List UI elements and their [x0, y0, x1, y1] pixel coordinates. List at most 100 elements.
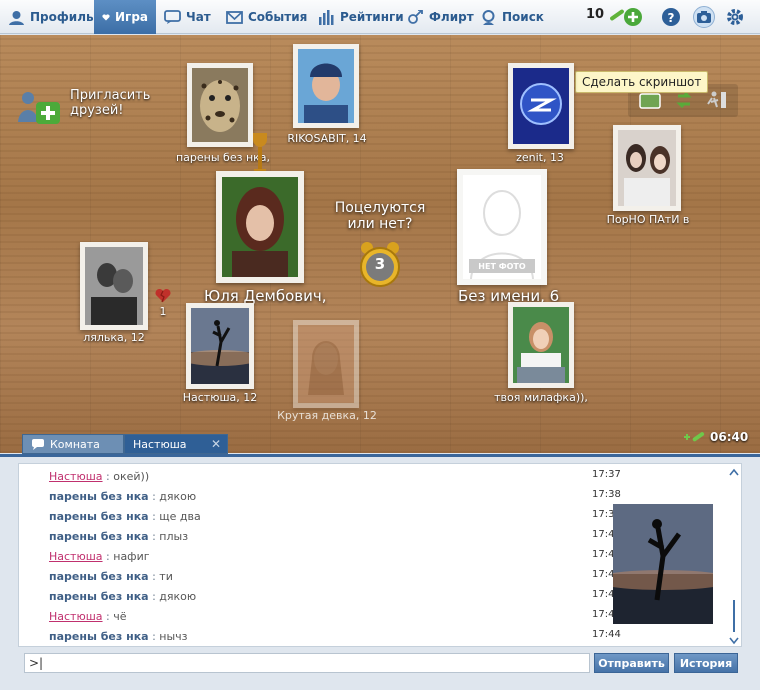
main-player-left-photo[interactable]	[216, 171, 304, 283]
envelope-icon	[226, 10, 243, 24]
player-photo-2[interactable]	[293, 44, 359, 128]
screenshot-button[interactable]	[693, 6, 715, 28]
chat-text: нычз	[159, 629, 188, 643]
player-photo-3[interactable]	[508, 63, 574, 149]
kiss-question: Поцелуются или нет?	[334, 200, 426, 232]
zenit-logo-image	[513, 68, 569, 144]
chat-sender[interactable]: парены без нка	[49, 630, 149, 643]
player-name-8: твоя милафка)),	[494, 391, 588, 404]
screenshot-tooltip: Сделать скриншот	[575, 71, 709, 93]
camera-icon	[697, 11, 711, 23]
chat-message: Настюша : окей))	[49, 469, 150, 483]
chat-sender[interactable]: парены без нка	[49, 490, 149, 503]
leopard-image	[192, 68, 248, 142]
gear-icon	[727, 9, 743, 25]
add-coins-button[interactable]	[624, 8, 642, 26]
boy-image	[298, 49, 354, 123]
chat-scrollbar[interactable]	[727, 464, 741, 646]
chat-sender[interactable]: Настюша	[49, 470, 103, 483]
chat-message: парены без нка : ще два	[49, 509, 201, 523]
nav-game[interactable]: Игра	[94, 0, 156, 34]
nav-ratings[interactable]: Рейтинги	[318, 0, 404, 34]
coin-count: 10	[586, 7, 605, 22]
chat-sender[interactable]: парены без нка	[49, 570, 149, 583]
heart-icon	[102, 13, 110, 21]
help-button[interactable]: ?	[662, 8, 680, 26]
bars-icon	[319, 9, 334, 25]
chat-message: парены без нка : дякою	[49, 489, 197, 503]
plus-icon	[628, 12, 638, 22]
send-button[interactable]: Отправить	[594, 653, 669, 673]
player-photo-4[interactable]	[613, 125, 681, 211]
chat-text: окей))	[113, 469, 150, 483]
nav-game-label: Игра	[115, 10, 148, 24]
nav-events-label: События	[248, 10, 308, 24]
chat-sender[interactable]: парены без нка	[49, 590, 149, 603]
game-table: Пригласить друзей! Сделать скриншот паре…	[0, 35, 760, 453]
close-icon[interactable]: ✕	[211, 437, 221, 451]
top-navigation: Профиль Игра Чат События Рейтинги Флирт …	[0, 0, 760, 34]
main-player-right-photo[interactable]: НЕТ ФОТО	[457, 169, 547, 285]
dancer-silhouette-image	[180, 308, 260, 384]
chat-time: 17:37	[592, 469, 621, 480]
player-photo-7[interactable]	[293, 320, 359, 408]
player-photo-1[interactable]	[187, 63, 253, 147]
chat-scrollbar-graphic	[729, 468, 739, 645]
message-input[interactable]: >|	[24, 653, 590, 673]
nav-flirt[interactable]: Флирт	[407, 0, 474, 34]
svg-text:?: ?	[668, 11, 675, 25]
girl-faded-image	[298, 325, 354, 403]
chat-text: ще два	[159, 509, 201, 523]
broken-heart-icon	[155, 288, 171, 303]
nav-profile-label: Профиль	[30, 10, 94, 24]
history-button[interactable]: История	[674, 653, 738, 673]
chat-text: дякою	[159, 589, 197, 603]
girl-classroom-image	[513, 307, 569, 383]
nav-chat-label: Чат	[186, 10, 211, 24]
coin-balance: 10	[586, 7, 627, 22]
chat-bubble-icon	[32, 439, 44, 450]
tab-nastyusha[interactable]: Настюша ✕	[124, 434, 228, 454]
question-icon: ?	[668, 11, 675, 25]
tab-room-label: Комната	[50, 437, 100, 451]
no-photo-label: НЕТ ФОТО	[478, 262, 526, 271]
girls-image	[618, 130, 676, 206]
chat-sender[interactable]: Настюша	[49, 550, 103, 563]
player-photo-6[interactable]	[180, 303, 260, 389]
player-name-4: ПорНО ПАтИ в	[606, 213, 690, 226]
player-name-5: лялька, 12	[83, 331, 145, 344]
player-photo-8[interactable]	[508, 302, 574, 388]
nav-chat[interactable]: Чат	[164, 0, 211, 34]
chat-icon	[164, 9, 181, 24]
chat-sender[interactable]: парены без нка	[49, 530, 149, 543]
chat-message: Настюша : чё	[49, 609, 127, 623]
player-photo-5[interactable]	[80, 242, 148, 330]
nav-ratings-label: Рейтинги	[340, 10, 404, 24]
chat-message: парены без нка : ти	[49, 569, 173, 583]
countdown-timer: 3	[357, 240, 403, 290]
nav-events[interactable]: События	[226, 0, 307, 34]
invite-icon	[16, 88, 62, 126]
chat-message: парены без нка : плыз	[49, 529, 189, 543]
timer-value: 3	[374, 255, 386, 273]
player-name-7: Крутая девка, 12	[277, 409, 377, 422]
couple-image	[85, 247, 143, 325]
chat-message: парены без нка : дякою	[49, 589, 197, 603]
nav-profile[interactable]: Профиль	[8, 0, 94, 34]
chat-sender[interactable]: парены без нка	[49, 510, 149, 523]
chat-text: дякою	[159, 489, 197, 503]
chat-message: парены без нка : нычз	[49, 629, 188, 643]
chat-panel: Настюша : окей)) 17:37 парены без нка : …	[0, 454, 760, 690]
settings-button[interactable]	[726, 8, 744, 26]
partner-photo[interactable]	[613, 504, 713, 624]
nav-search-label: Поиск	[502, 10, 544, 24]
tab-nastyusha-label: Настюша	[133, 437, 187, 451]
chat-message: Настюша : нафиг	[49, 549, 150, 563]
invite-friends-button[interactable]: Пригласить друзей!	[16, 88, 160, 126]
chat-time: 17:44	[592, 629, 621, 640]
nav-search[interactable]: Поиск	[480, 0, 544, 34]
chat-log: Настюша : окей)) 17:37 парены без нка : …	[18, 463, 742, 647]
chat-sender[interactable]: Настюша	[49, 610, 103, 623]
search-icon	[482, 9, 495, 25]
tab-room[interactable]: Комната	[22, 434, 124, 454]
